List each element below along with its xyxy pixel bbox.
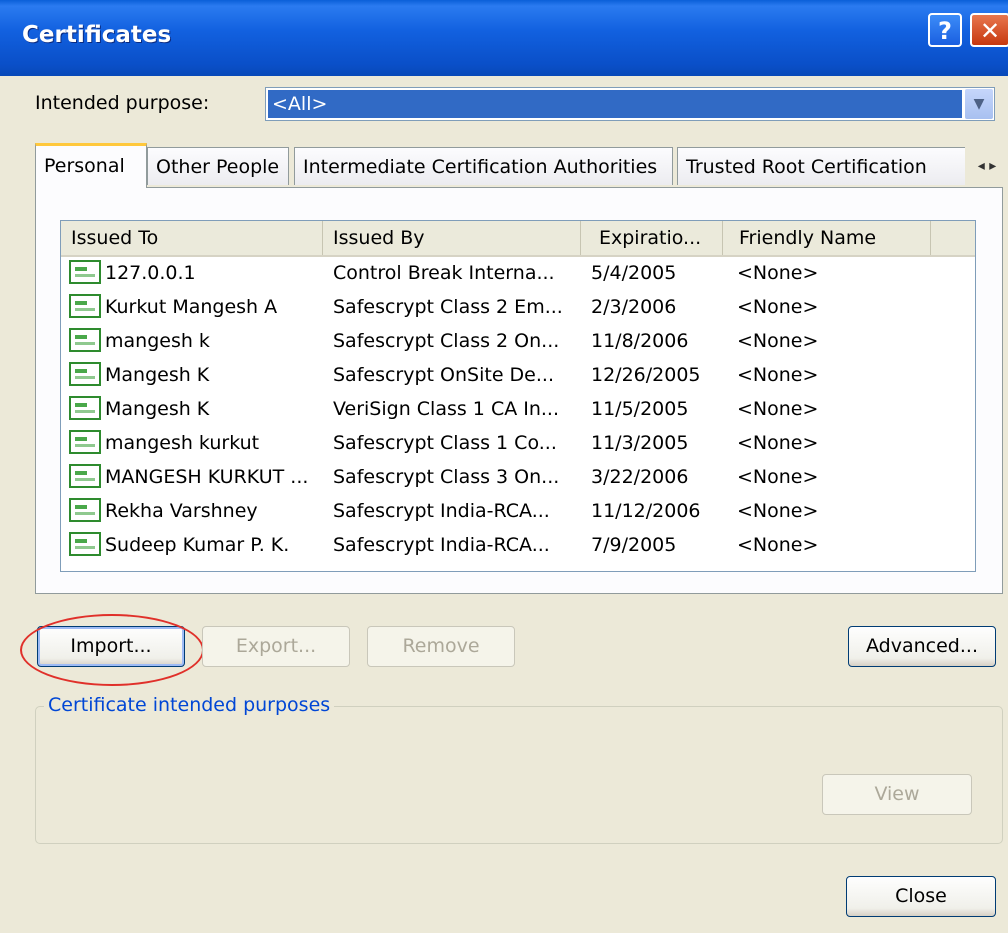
intended-purpose-value: <All> [268,90,962,118]
cell-friendly-name: <None> [737,364,819,386]
table-row[interactable]: Kurkut Mangesh A Safescrypt Class 2 Em..… [61,290,975,324]
cell-issued-by: Safescrypt Class 1 Co... [333,432,557,454]
cell-issued-by: VeriSign Class 1 CA In... [333,398,560,420]
cell-issued-to: Mangesh K [105,398,210,420]
cell-expiration: 7/9/2005 [591,534,677,556]
cell-expiration: 3/22/2006 [591,466,689,488]
close-button[interactable]: Close [846,876,996,917]
table-row[interactable]: Sudeep Kumar P. K. Safescrypt India-RCA.… [61,528,975,562]
window-close-button[interactable]: ✕ [970,13,1008,47]
column-expiration[interactable]: Expiratio... [581,221,723,255]
chevron-right-icon[interactable]: ▸ [989,158,996,174]
cell-issued-by: Control Break Interna... [333,262,555,284]
tab-strip: Personal Other People Intermediate Certi… [35,143,1008,188]
list-header: Issued To Issued By Expiratio... Friendl… [61,221,975,257]
cell-friendly-name: <None> [737,262,819,284]
cell-issued-to: Mangesh K [105,364,210,386]
cell-expiration: 5/4/2005 [591,262,677,284]
table-row[interactable]: Rekha Varshney Safescrypt India-RCA... 1… [61,494,975,528]
table-row[interactable]: 127.0.0.1 Control Break Interna... 5/4/2… [61,256,975,290]
chevron-down-icon[interactable]: ▼ [965,89,993,119]
cell-issued-by: Safescrypt Class 2 Em... [333,296,563,318]
advanced-button[interactable]: Advanced... [848,626,996,667]
cell-friendly-name: <None> [737,296,819,318]
intended-purpose-label: Intended purpose: [35,92,210,114]
certificate-icon [69,260,101,284]
certificate-icon [69,362,101,386]
purposes-group-title: Certificate intended purposes [44,694,335,716]
cell-issued-to: Kurkut Mangesh A [105,296,278,318]
table-row[interactable]: mangesh k Safescrypt Class 2 On... 11/8/… [61,324,975,358]
cell-expiration: 2/3/2006 [591,296,677,318]
chevron-left-icon[interactable]: ◂ [978,158,985,174]
column-issued-by[interactable]: Issued By [323,221,581,255]
cell-issued-by: Safescrypt OnSite De... [333,364,554,386]
tab-trusted-root[interactable]: Trusted Root Certification [677,147,967,185]
certificate-icon [69,498,101,522]
table-row[interactable]: mangesh kurkut Safescrypt Class 1 Co... … [61,426,975,460]
column-friendly-name[interactable]: Friendly Name [723,221,931,255]
tab-personal[interactable]: Personal [35,143,147,188]
cell-issued-to: MANGESH KURKUT ... [105,466,309,488]
table-row[interactable]: Mangesh K Safescrypt OnSite De... 12/26/… [61,358,975,392]
certificate-icon [69,532,101,556]
cell-friendly-name: <None> [737,330,819,352]
cell-friendly-name: <None> [737,398,819,420]
cell-expiration: 11/5/2005 [591,398,689,420]
tab-intermediate-ca[interactable]: Intermediate Certification Authorities [294,147,673,185]
cell-friendly-name: <None> [737,466,819,488]
cell-issued-by: Safescrypt India-RCA... [333,534,550,556]
table-row[interactable]: MANGESH KURKUT ... Safescrypt Class 3 On… [61,460,975,494]
cell-issued-to: Rekha Varshney [105,500,258,522]
cell-issued-to: mangesh kurkut [105,432,260,454]
cell-issued-to: Sudeep Kumar P. K. [105,534,290,556]
cell-issued-by: Safescrypt Class 3 On... [333,466,560,488]
cell-expiration: 11/12/2006 [591,500,701,522]
certificate-icon [69,328,101,352]
certificate-list[interactable]: Issued To Issued By Expiratio... Friendl… [60,220,976,572]
cell-issued-by: Safescrypt India-RCA... [333,500,550,522]
cell-expiration: 11/3/2005 [591,432,689,454]
tab-scroll-buttons: ◂ ▸ [965,147,1008,185]
title-bar: Certificates ? ✕ [0,0,1008,76]
cell-friendly-name: <None> [737,500,819,522]
cell-issued-by: Safescrypt Class 2 On... [333,330,560,352]
remove-button[interactable]: Remove [367,626,515,667]
window-title: Certificates [22,22,172,48]
certificate-icon [69,396,101,420]
column-issued-to[interactable]: Issued To [61,221,323,255]
cell-friendly-name: <None> [737,534,819,556]
tab-other-people[interactable]: Other People [147,147,289,185]
export-button[interactable]: Export... [202,626,350,667]
highlight-circle [20,614,204,686]
cell-issued-to: 127.0.0.1 [105,262,196,284]
certificate-icon [69,430,101,454]
certificate-icon [69,294,101,318]
certificate-icon [69,464,101,488]
cell-expiration: 12/26/2005 [591,364,701,386]
cell-friendly-name: <None> [737,432,819,454]
cell-expiration: 11/8/2006 [591,330,689,352]
intended-purpose-select[interactable]: <All> ▼ [265,87,995,121]
table-row[interactable]: Mangesh K VeriSign Class 1 CA In... 11/5… [61,392,975,426]
cell-issued-to: mangesh k [105,330,210,352]
view-button[interactable]: View [822,774,972,815]
help-button[interactable]: ? [928,13,962,47]
